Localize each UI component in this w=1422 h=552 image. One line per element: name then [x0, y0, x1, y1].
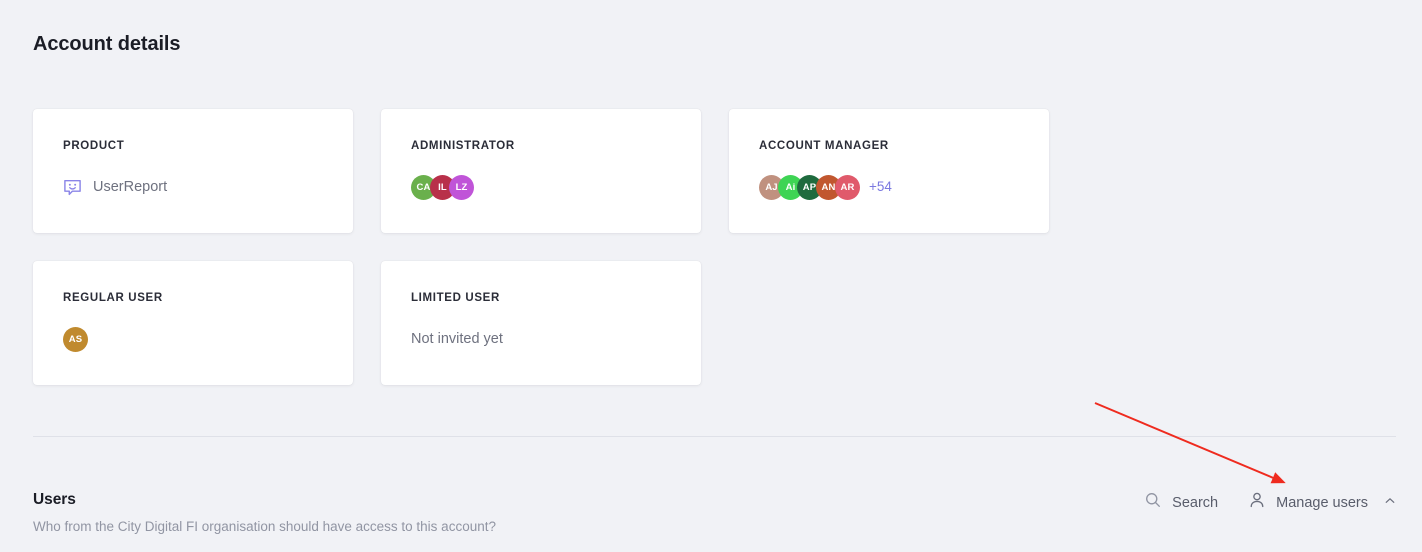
card-body-limited-user: Not invited yet — [411, 325, 683, 353]
card-account-manager: ACCOUNT MANAGER AJ Ai AP AN AR +54 — [729, 109, 1049, 233]
card-body-product: UserReport — [63, 173, 335, 201]
card-regular-user: REGULAR USER AS — [33, 261, 353, 385]
section-divider — [33, 436, 1396, 437]
card-label-account-manager: ACCOUNT MANAGER — [759, 140, 889, 152]
users-subtitle: Who from the City Digital FI organisatio… — [33, 519, 496, 534]
avatar-stack: CA IL LZ — [411, 174, 474, 200]
avatar-stack: AJ Ai AP AN AR — [759, 174, 860, 200]
card-body-account-manager: AJ Ai AP AN AR +54 — [759, 173, 1031, 201]
avatar[interactable]: AR — [835, 174, 860, 200]
card-administrator: ADMINISTRATOR CA IL LZ — [381, 109, 701, 233]
users-heading-block: Users Who from the City Digital FI organ… — [33, 488, 496, 536]
card-label-administrator: ADMINISTRATOR — [411, 140, 515, 152]
card-body-administrator: CA IL LZ — [411, 173, 683, 201]
card-body-regular-user: AS — [63, 325, 335, 353]
card-label-limited-user: LIMITED USER — [411, 292, 500, 304]
account-details-page: Account details PRODUCT UserReport ADMIN… — [0, 0, 1422, 552]
users-section: Users Who from the City Digital FI organ… — [33, 488, 1396, 536]
avatar-row-administrator: CA IL LZ — [411, 174, 474, 200]
manage-users-label: Manage users — [1276, 494, 1368, 511]
page-title: Account details — [33, 33, 181, 55]
avatar-row-regular-user: AS — [63, 326, 88, 352]
search-icon — [1144, 491, 1162, 514]
search-button[interactable]: Search — [1144, 491, 1218, 514]
limited-user-empty-text: Not invited yet — [411, 331, 503, 347]
person-icon — [1248, 491, 1266, 514]
product-name: UserReport — [93, 179, 168, 195]
users-actions: Search Manage users — [1144, 488, 1396, 514]
avatar-overflow-count[interactable]: +54 — [869, 178, 892, 196]
chevron-up-icon[interactable] — [1384, 494, 1396, 512]
avatar[interactable]: AS — [63, 326, 88, 352]
search-label: Search — [1172, 494, 1219, 511]
avatar[interactable]: LZ — [449, 174, 474, 200]
speech-bubble-smiley-icon — [63, 178, 82, 197]
card-limited-user: LIMITED USER Not invited yet — [381, 261, 701, 385]
avatar-stack: AS — [63, 326, 88, 352]
manage-users-button[interactable]: Manage users — [1248, 491, 1396, 514]
card-product: PRODUCT UserReport — [33, 109, 353, 233]
users-title: Users — [33, 491, 76, 508]
role-card-grid: PRODUCT UserReport ADMINISTRATOR CA IL L… — [33, 109, 1396, 385]
product-row[interactable]: UserReport — [63, 177, 167, 197]
card-label-regular-user: REGULAR USER — [63, 292, 163, 304]
card-label-product: PRODUCT — [63, 140, 125, 152]
avatar-row-account-manager: AJ Ai AP AN AR +54 — [759, 174, 892, 200]
